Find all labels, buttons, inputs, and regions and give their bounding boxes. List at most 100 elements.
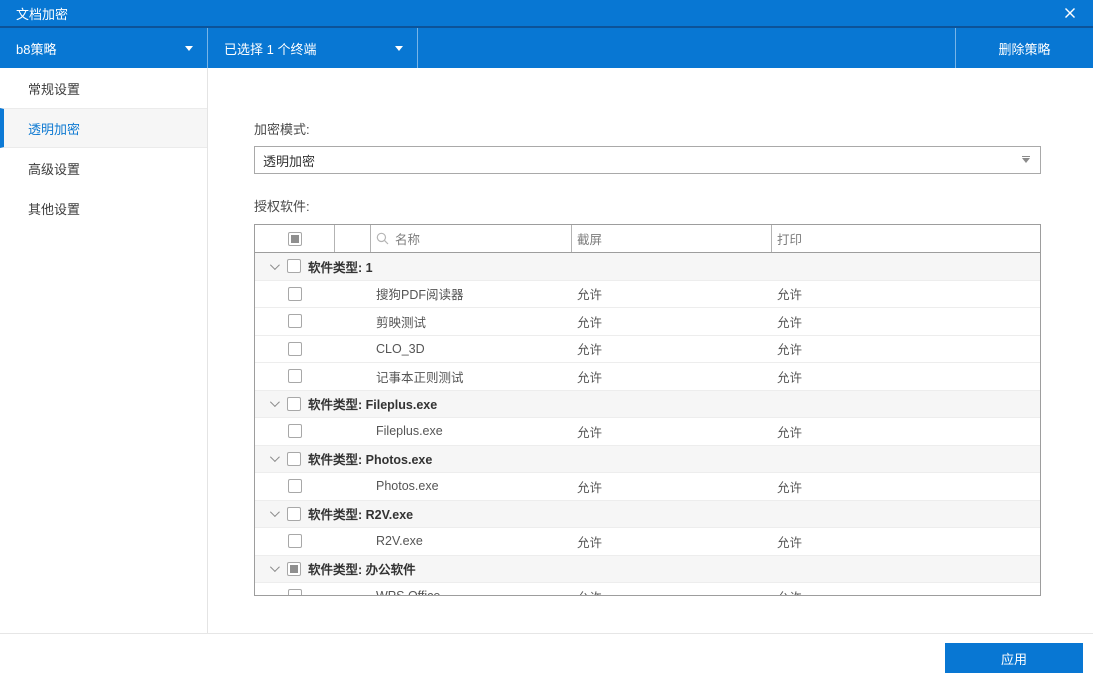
group-label: 软件类型: R2V.exe <box>308 508 414 523</box>
app-screenshot-permission: 允许 <box>577 343 603 358</box>
app-checkbox-cell <box>255 341 335 356</box>
chevron-down-icon[interactable] <box>265 562 281 573</box>
software-group-row[interactable]: 软件类型: R2V.exe <box>255 500 1040 528</box>
app-checkbox[interactable] <box>288 424 302 439</box>
software-group-row[interactable]: 软件类型: 1 <box>255 253 1040 281</box>
software-group-row[interactable]: 软件类型: Fileplus.exe <box>255 390 1040 418</box>
software-app-row[interactable]: 记事本正则测试 允许 允许 <box>255 363 1040 391</box>
terminal-dropdown-value: 已选择 1 个终端 <box>224 41 317 57</box>
software-app-row[interactable]: CLO_3D 允许 允许 <box>255 335 1040 363</box>
app-name: Fileplus.exe <box>376 424 443 439</box>
close-icon[interactable] <box>1057 2 1083 24</box>
app-checkbox[interactable] <box>288 314 302 329</box>
app-print-permission: 允许 <box>777 370 803 385</box>
software-group-row[interactable]: 软件类型: 办公软件 <box>255 555 1040 583</box>
apply-button[interactable]: 应用 <box>945 643 1083 673</box>
app-print-permission: 允许 <box>777 535 803 550</box>
app-screenshot-permission: 允许 <box>577 288 603 303</box>
software-app-row[interactable]: Photos.exe 允许 允许 <box>255 473 1040 501</box>
sidebar-item-transparent-encryption[interactable]: 透明加密 <box>0 108 207 148</box>
select-all-checkbox[interactable] <box>287 231 302 246</box>
app-checkbox-cell <box>255 589 335 595</box>
group-label: 软件类型: 办公软件 <box>308 563 416 578</box>
app-name: Photos.exe <box>376 479 439 494</box>
delete-policy-button[interactable]: 删除策略 <box>955 28 1093 68</box>
software-app-row[interactable]: WPS Office允许允许 <box>255 583 1040 595</box>
app-checkbox-cell <box>255 479 335 494</box>
sidebar-item-general-settings[interactable]: 常规设置 <box>0 68 207 108</box>
table-header-screenshot[interactable]: 截屏 <box>572 225 772 252</box>
search-icon <box>376 232 389 245</box>
app-name: WPS Office <box>371 589 572 595</box>
window-title: 文档加密 <box>16 6 69 22</box>
table-header-name-label: 名称 <box>395 233 421 247</box>
software-app-row[interactable]: R2V.exe 允许 允许 <box>255 528 1040 556</box>
chevron-down-icon[interactable] <box>265 397 281 408</box>
delete-policy-label: 删除策略 <box>998 41 1051 57</box>
sidebar: 常规设置 透明加密 高级设置 其他设置 <box>0 68 208 633</box>
chevron-down-icon[interactable] <box>265 452 281 463</box>
titlebar: 文档加密 <box>0 0 1093 26</box>
app-checkbox[interactable] <box>288 479 302 494</box>
sidebar-item-label: 透明加密 <box>28 121 81 137</box>
app-checkbox-cell <box>255 286 335 301</box>
authorized-software-label: 授权软件: <box>254 199 310 214</box>
chevron-down-icon[interactable] <box>265 507 281 518</box>
authorized-software-table: 名称 截屏 打印 软件类型: 1 搜狗PDF阅读器 允许 允许 剪映测试 允许 允许 CLO_… <box>254 224 1041 596</box>
group-checkbox[interactable] <box>287 506 301 521</box>
policy-dropdown[interactable]: b8策略 <box>0 28 208 68</box>
toolbar: b8策略 已选择 1 个终端 删除策略 <box>0 26 1093 68</box>
software-app-row[interactable]: Fileplus.exe 允许 允许 <box>255 418 1040 446</box>
encryption-mode-select[interactable]: 透明加密 <box>254 146 1041 174</box>
group-checkbox[interactable] <box>287 396 301 411</box>
app-print-permission: 允许 <box>777 343 803 358</box>
app-screenshot-permission: 允许 <box>577 480 603 495</box>
chevron-down-icon-glyph <box>269 397 280 408</box>
app-screenshot-permission: 允许 <box>577 425 603 440</box>
app-checkbox[interactable] <box>288 369 302 384</box>
app-checkbox[interactable] <box>288 589 302 595</box>
table-header-print[interactable]: 打印 <box>772 225 1040 252</box>
sidebar-item-label: 高级设置 <box>28 161 81 177</box>
app-checkbox[interactable] <box>288 534 302 549</box>
table-header-select-all <box>255 225 335 252</box>
table-header-screenshot-label: 截屏 <box>577 233 603 247</box>
app-checkbox[interactable] <box>288 341 302 356</box>
chevron-down-icon <box>185 45 193 51</box>
software-app-row[interactable]: 剪映测试 允许 允许 <box>255 308 1040 336</box>
app-screenshot-permission: 允许 <box>577 370 603 385</box>
software-app-row[interactable]: 搜狗PDF阅读器 允许 允许 <box>255 280 1040 308</box>
app-checkbox-cell <box>255 369 335 384</box>
app-print-permission: 允许 <box>777 288 803 303</box>
app-checkbox[interactable] <box>288 286 302 301</box>
policy-dropdown-value: b8策略 <box>16 41 57 57</box>
sidebar-item-label: 常规设置 <box>28 81 81 97</box>
app-screenshot-permission: 允许 <box>577 535 603 550</box>
app-checkbox-cell <box>255 534 335 549</box>
app-name: 剪映测试 <box>376 315 427 330</box>
group-checkbox[interactable] <box>287 259 301 274</box>
encryption-mode-value: 透明加密 <box>263 153 316 169</box>
sidebar-item-advanced-settings[interactable]: 高级设置 <box>0 148 207 188</box>
app-screenshot-permission: 允许 <box>577 315 603 330</box>
chevron-down-icon-glyph <box>269 452 280 463</box>
chevron-down-icon[interactable] <box>265 259 281 270</box>
chevron-down-icon-glyph <box>269 507 280 518</box>
document-encryption-window: 文档加密 b8策略 已选择 1 个终端 删除策略 常规设置 透明加密 高级设置 … <box>0 0 1093 680</box>
main-content: 加密模式: 透明加密 授权软件: 名称 截屏 打印 软件类型: 1 搜狗PDF阅… <box>208 68 1093 633</box>
software-group-row[interactable]: 软件类型: Photos.exe <box>255 445 1040 473</box>
sidebar-item-label: 其他设置 <box>28 201 81 217</box>
app-print-permission: 允许 <box>777 315 803 330</box>
table-header: 名称 截屏 打印 <box>255 225 1040 253</box>
table-header-expand-column <box>335 225 371 252</box>
group-checkbox[interactable] <box>287 451 301 466</box>
table-header-name[interactable]: 名称 <box>371 225 572 252</box>
encryption-mode-label: 加密模式: <box>254 122 310 137</box>
sidebar-item-other-settings[interactable]: 其他设置 <box>0 188 207 228</box>
group-checkbox[interactable] <box>287 561 301 576</box>
terminal-dropdown[interactable]: 已选择 1 个终端 <box>208 28 418 68</box>
app-screenshot-permission: 允许 <box>572 587 772 595</box>
group-label: 软件类型: Fileplus.exe <box>308 398 438 413</box>
app-print-permission: 允许 <box>777 480 803 495</box>
